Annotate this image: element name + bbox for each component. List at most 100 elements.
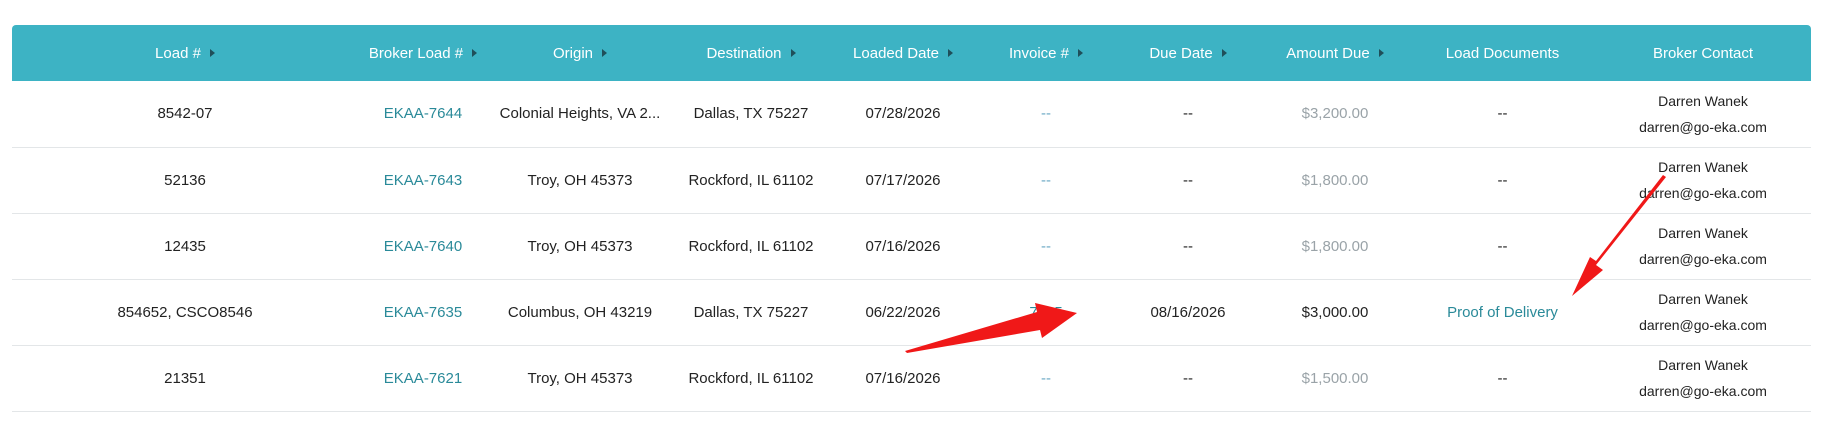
- destination-value: Rockford, IL 61102: [688, 369, 814, 387]
- caret-right-icon[interactable]: [472, 48, 478, 57]
- cell-destination: Dallas, TX 75227: [672, 279, 830, 345]
- cell-origin: Columbus, OH 43219: [488, 279, 672, 345]
- cell-loaded-date: 07/16/2026: [830, 213, 976, 279]
- column-header-label: Broker Load #: [368, 44, 464, 62]
- amount-due-value: $3,200.00: [1301, 105, 1369, 123]
- invoice-link[interactable]: --: [1041, 370, 1051, 387]
- origin-value: Columbus, OH 43219: [507, 303, 653, 321]
- column-header-label: Load Documents: [1445, 44, 1560, 62]
- cell-load-documents[interactable]: Proof of Delivery: [1410, 279, 1595, 345]
- contact-email[interactable]: darren@go-eka.com: [1601, 180, 1805, 206]
- load-value: 52136: [164, 171, 206, 189]
- cell-broker-contact: Darren Wanek darren@go-eka.com: [1595, 81, 1811, 147]
- load-value: 854652, CSCO8546: [117, 303, 253, 321]
- cell-due-date: --: [1116, 345, 1260, 411]
- cell-broker-load[interactable]: EKAA-7635: [358, 279, 488, 345]
- contact-email[interactable]: darren@go-eka.com: [1601, 114, 1805, 140]
- cell-invoice[interactable]: --: [976, 147, 1116, 213]
- cell-invoice[interactable]: --: [976, 81, 1116, 147]
- cell-load: 12435: [12, 213, 358, 279]
- column-header-invoice[interactable]: Invoice #: [976, 25, 1116, 81]
- broker-load-link[interactable]: EKAA-7640: [384, 238, 462, 255]
- column-header-loaded-date[interactable]: Loaded Date: [830, 25, 976, 81]
- table-row[interactable]: 52136 EKAA-7643 Troy, OH 45373 Rockford, IL…: [12, 147, 1811, 213]
- contact-email[interactable]: darren@go-eka.com: [1601, 246, 1805, 272]
- cell-due-date: --: [1116, 147, 1260, 213]
- cell-broker-load[interactable]: EKAA-7621: [358, 345, 488, 411]
- contact-name: Darren Wanek: [1658, 159, 1748, 175]
- destination-value: Rockford, IL 61102: [688, 171, 814, 189]
- caret-right-icon[interactable]: [1378, 48, 1384, 57]
- caret-right-icon[interactable]: [602, 48, 607, 57]
- column-header-label: Invoice #: [1008, 44, 1070, 62]
- column-header-origin[interactable]: Origin: [488, 25, 672, 81]
- contact-name: Darren Wanek: [1658, 92, 1748, 109]
- cell-broker-load[interactable]: EKAA-7640: [358, 213, 488, 279]
- invoice-link[interactable]: --: [1041, 172, 1051, 189]
- due-date-value: --: [1183, 171, 1193, 189]
- destination-value: Dallas, TX 75227: [693, 303, 809, 321]
- caret-right-icon[interactable]: [1078, 48, 1084, 57]
- cell-broker-contact: Darren Wanek darren@go-eka.com: [1595, 213, 1811, 279]
- column-header-label: Loaded Date: [853, 44, 939, 62]
- cell-load: 21351: [12, 345, 358, 411]
- load-value: 21351: [164, 369, 206, 387]
- column-header-broker-load[interactable]: Broker Load #: [358, 25, 488, 81]
- contact-email[interactable]: darren@go-eka.com: [1601, 312, 1805, 338]
- broker-load-link[interactable]: EKAA-7635: [384, 304, 462, 321]
- cell-load-documents: --: [1410, 213, 1595, 279]
- invoice-link[interactable]: --: [1041, 105, 1051, 122]
- column-header-amount-due[interactable]: Amount Due: [1260, 25, 1410, 81]
- amount-due-value: $1,800.00: [1301, 171, 1369, 189]
- contact-name: Darren Wanek: [1658, 225, 1748, 241]
- cell-invoice[interactable]: 7635: [976, 279, 1116, 345]
- load-documents-value: --: [1497, 237, 1508, 255]
- column-header-load[interactable]: Load #: [12, 25, 358, 81]
- table-row[interactable]: 8542-07 EKAA-7644 Colonial Heights, VA 2..…: [12, 81, 1811, 147]
- cell-invoice[interactable]: --: [976, 345, 1116, 411]
- invoice-link[interactable]: 7635: [1029, 304, 1062, 321]
- table-row[interactable]: 12435 EKAA-7640 Troy, OH 45373 Rockford, IL…: [12, 213, 1811, 279]
- due-date-value: --: [1183, 237, 1193, 255]
- column-header-destination[interactable]: Destination: [672, 25, 830, 81]
- column-header-label: Load #: [155, 44, 201, 62]
- cell-loaded-date: 07/16/2026: [830, 345, 976, 411]
- broker-load-link[interactable]: EKAA-7643: [384, 172, 462, 189]
- broker-load-link[interactable]: EKAA-7644: [384, 105, 462, 122]
- cell-amount-due: $3,000.00: [1260, 279, 1410, 345]
- cell-broker-contact: Darren Wanek darren@go-eka.com: [1595, 279, 1811, 345]
- load-value: 8542-07: [157, 105, 213, 123]
- cell-invoice[interactable]: --: [976, 213, 1116, 279]
- table-row[interactable]: 21351 EKAA-7621 Troy, OH 45373 Rockford, IL…: [12, 345, 1811, 411]
- cell-load-documents: --: [1410, 345, 1595, 411]
- proof-of-delivery-link[interactable]: Proof of Delivery: [1447, 304, 1558, 321]
- caret-right-icon[interactable]: [947, 48, 953, 57]
- caret-right-icon[interactable]: [209, 48, 215, 57]
- cell-origin: Colonial Heights, VA 2...: [488, 81, 672, 147]
- column-header-label: Destination: [706, 44, 782, 62]
- cell-broker-contact: Darren Wanek darren@go-eka.com: [1595, 345, 1811, 411]
- contact-email[interactable]: darren@go-eka.com: [1601, 378, 1805, 404]
- cell-broker-load[interactable]: EKAA-7643: [358, 147, 488, 213]
- broker-load-link[interactable]: EKAA-7621: [384, 370, 462, 387]
- origin-value: Troy, OH 45373: [527, 237, 633, 255]
- table-row[interactable]: 854652, CSCO8546 EKAA-7635 Columbus, OH 43…: [12, 279, 1811, 345]
- invoice-link[interactable]: --: [1041, 238, 1051, 255]
- load-value: 12435: [164, 237, 206, 255]
- load-documents-value: --: [1497, 171, 1508, 189]
- amount-due-value: $1,500.00: [1301, 369, 1369, 387]
- loaded-date-value: 07/16/2026: [865, 369, 941, 387]
- table-header-row: Load # Broker Load # Origin Destination Load…: [12, 25, 1811, 81]
- cell-loaded-date: 07/28/2026: [830, 81, 976, 147]
- contact-name: Darren Wanek: [1658, 357, 1748, 373]
- cell-amount-due: $3,200.00: [1260, 81, 1410, 147]
- table-body: 8542-07 EKAA-7644 Colonial Heights, VA 2..…: [12, 81, 1811, 411]
- caret-right-icon[interactable]: [790, 48, 796, 57]
- caret-right-icon[interactable]: [1221, 48, 1227, 57]
- amount-due-value: $1,800.00: [1301, 237, 1369, 255]
- loads-table-card: Load # Broker Load # Origin Destination Load…: [12, 25, 1811, 412]
- due-date-value: 08/16/2026: [1150, 303, 1226, 321]
- cell-loaded-date: 06/22/2026: [830, 279, 976, 345]
- column-header-due-date[interactable]: Due Date: [1116, 25, 1260, 81]
- cell-broker-load[interactable]: EKAA-7644: [358, 81, 488, 147]
